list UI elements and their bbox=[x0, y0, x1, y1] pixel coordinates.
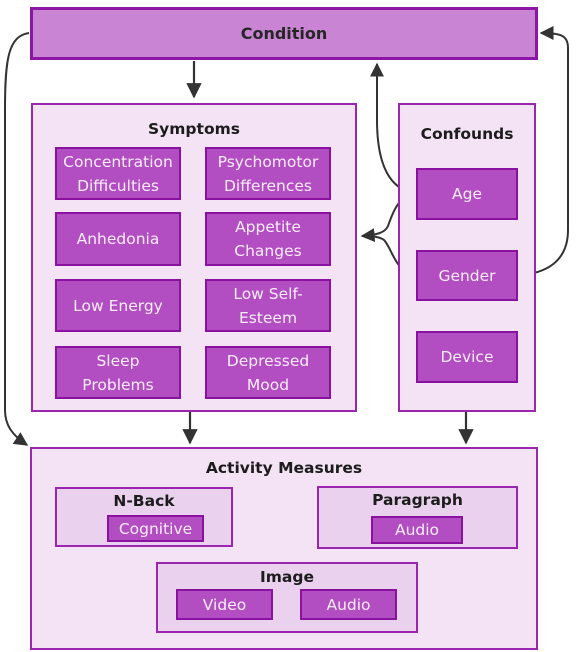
symptom-label: Esteem bbox=[238, 308, 298, 327]
confound-gender[interactable]: Gender bbox=[416, 250, 518, 301]
symptom-label: Psychomotor bbox=[217, 152, 319, 171]
symptom-psychomotor-differences[interactable]: Psychomotor Differences bbox=[205, 147, 331, 200]
symptom-low-energy[interactable]: Low Energy bbox=[55, 279, 181, 332]
image-video[interactable]: Video bbox=[176, 589, 273, 620]
symptom-label: Difficulties bbox=[77, 176, 159, 195]
edge-condition-to-activity bbox=[4, 32, 30, 446]
confound-label: Age bbox=[452, 185, 482, 203]
symptom-label: Differences bbox=[224, 176, 312, 195]
symptom-label: Problems bbox=[82, 375, 154, 394]
symptoms-title: Symptoms bbox=[148, 120, 240, 138]
symptom-label: Mood bbox=[246, 375, 290, 394]
condition-label: Condition bbox=[240, 24, 328, 43]
symptom-label: Low Self- bbox=[233, 284, 303, 303]
symptom-anhedonia[interactable]: Anhedonia bbox=[55, 212, 181, 266]
symptom-label: Sleep bbox=[96, 351, 140, 370]
symptom-label: Changes bbox=[234, 242, 302, 260]
symptom-depressed-mood[interactable]: Depressed Mood bbox=[205, 346, 331, 399]
symptom-label: Low Energy bbox=[73, 296, 163, 315]
measure-label: Audio bbox=[326, 595, 371, 614]
measure-label: Cognitive bbox=[118, 519, 193, 538]
symptom-label: Depressed bbox=[226, 351, 310, 370]
nback-cognitive[interactable]: Cognitive bbox=[107, 515, 204, 542]
symptom-label: Appetite bbox=[235, 218, 301, 236]
confound-device[interactable]: Device bbox=[416, 331, 518, 383]
symptom-sleep-problems[interactable]: Sleep Problems bbox=[55, 346, 181, 399]
nback-title: N-Back bbox=[113, 492, 175, 510]
confounds-title: Confounds bbox=[420, 125, 514, 143]
measure-label: Audio bbox=[394, 521, 440, 539]
symptom-concentration-difficulties[interactable]: Concentration Difficulties bbox=[55, 147, 181, 200]
image-title: Image bbox=[260, 568, 314, 586]
paragraph-title: Paragraph bbox=[372, 491, 463, 509]
confound-label: Device bbox=[440, 348, 494, 366]
image-audio[interactable]: Audio bbox=[300, 589, 397, 620]
measure-label: Video bbox=[202, 595, 247, 614]
confound-label: Gender bbox=[438, 266, 496, 285]
paragraph-audio[interactable]: Audio bbox=[371, 516, 463, 544]
symptom-low-self-esteem[interactable]: Low Self- Esteem bbox=[205, 279, 331, 332]
activity-measures-title: Activity Measures bbox=[205, 459, 363, 477]
confound-age[interactable]: Age bbox=[416, 168, 518, 220]
condition-node[interactable]: Condition bbox=[30, 7, 538, 60]
symptom-label: Concentration bbox=[63, 152, 173, 171]
symptom-label: Anhedonia bbox=[76, 230, 160, 248]
symptom-appetite-changes[interactable]: Appetite Changes bbox=[205, 212, 331, 266]
